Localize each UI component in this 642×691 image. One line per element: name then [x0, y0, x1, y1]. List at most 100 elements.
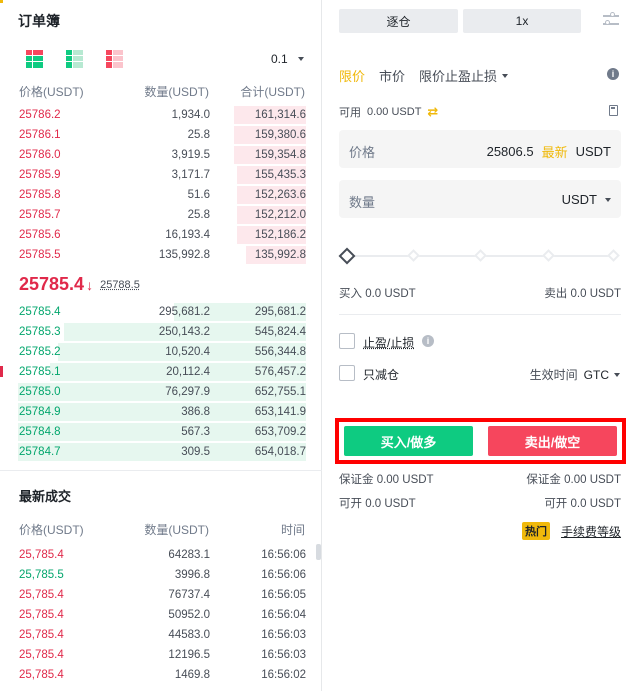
bid-row[interactable]: 25785.2 10,520.4 556,344.8: [0, 342, 322, 362]
price-cell: 25785.3: [19, 326, 61, 338]
tab-limit[interactable]: 限价: [339, 66, 365, 85]
orderbook-view-toggles: [26, 50, 123, 68]
trade-row: 25,785.4 64283.1 16:56:06: [0, 545, 322, 565]
margin-mode-button[interactable]: 逐仓: [339, 9, 458, 33]
ob-header-total: 合计(USDT): [240, 85, 305, 99]
price-cell: 25,785.4: [19, 609, 64, 621]
price-cell: 25784.9: [19, 406, 61, 418]
hot-badge: 热门: [522, 522, 550, 540]
buy-amount: 买入 0.0 USDT: [339, 288, 416, 300]
leverage-button[interactable]: 1x: [463, 9, 581, 33]
fee-tier-link[interactable]: 手续费等级: [561, 523, 621, 540]
bid-row[interactable]: 25784.9 386.8 653,141.9: [0, 402, 322, 422]
ask-row[interactable]: 25785.5 135,992.8 135,992.8: [0, 245, 322, 265]
buy-max-open: 可开 0.0 USDT: [339, 498, 416, 510]
trades-header-price: 价格(USDT): [19, 523, 84, 537]
slider-handle[interactable]: [338, 247, 356, 265]
view-asks-icon[interactable]: [106, 50, 123, 68]
qty-cell: 1469.8: [174, 669, 210, 681]
quantity-unit-select[interactable]: USDT: [562, 192, 611, 207]
tpsl-label[interactable]: 止盈/止损: [363, 334, 414, 351]
price-cell: 25786.2: [19, 109, 61, 121]
total-cell: 545,824.4: [254, 326, 306, 338]
qty-cell: 309.5: [181, 446, 210, 458]
qty-cell: 10,520.4: [165, 346, 210, 358]
ask-row[interactable]: 25786.1 25.8 159,380.6: [0, 125, 322, 145]
slider-mark-75[interactable]: [542, 249, 555, 262]
time-cell: 16:56:02: [261, 669, 306, 681]
reduce-only-checkbox[interactable]: [339, 365, 355, 381]
trade-row: 25,785.5 3996.8 16:56:06: [0, 565, 322, 585]
ask-row[interactable]: 25785.8 51.6 152,263.6: [0, 185, 322, 205]
ob-header-price: 价格(USDT): [19, 85, 84, 99]
price-cell: 25,785.4: [19, 629, 64, 641]
view-both-icon[interactable]: [26, 50, 43, 68]
total-cell: 152,263.6: [254, 189, 306, 201]
divider: [0, 470, 322, 471]
ask-row[interactable]: 25785.6 16,193.4 152,186.2: [0, 225, 322, 245]
price-cell: 25785.9: [19, 169, 61, 181]
slider-mark-25[interactable]: [407, 249, 420, 262]
qty-cell: 51.6: [187, 189, 210, 201]
info-icon[interactable]: i: [607, 68, 619, 80]
trade-row: 25,785.4 76737.4 16:56:05: [0, 585, 322, 605]
mark-price[interactable]: 25788.5: [100, 279, 140, 291]
tab-stop-limit[interactable]: 限价止盈止损: [419, 66, 509, 85]
tab-market[interactable]: 市价: [379, 66, 405, 85]
sell-margin: 保证金 0.00 USDT: [526, 474, 621, 486]
price-cell: 25785.7: [19, 209, 61, 221]
price-cell: 25,785.5: [19, 569, 64, 581]
sell-short-button[interactable]: 卖出/做空: [488, 426, 617, 456]
time-cell: 16:56:05: [261, 589, 306, 601]
total-cell: 152,212.0: [254, 209, 306, 221]
bid-row[interactable]: 25785.4 295,681.2 295,681.2: [0, 302, 322, 322]
qty-cell: 250,143.2: [158, 326, 210, 338]
trades-header-time: 时间: [280, 523, 305, 537]
bid-row[interactable]: 25784.7 309.5 654,018.7: [0, 442, 322, 462]
slider-mark-100[interactable]: [607, 249, 620, 262]
info-icon[interactable]: i: [422, 335, 434, 347]
quantity-field[interactable]: 数量 USDT: [339, 180, 621, 218]
ob-header-qty: 数量(USDT): [144, 85, 209, 99]
bid-row[interactable]: 25785.0 76,297.9 652,755.1: [0, 382, 322, 402]
price-input[interactable]: 25806.5: [487, 144, 534, 159]
time-in-force: 生效时间 GTC: [530, 366, 620, 383]
price-cell: 25,785.4: [19, 549, 64, 561]
calculator-icon[interactable]: [609, 105, 618, 116]
total-cell: 653,709.2: [254, 426, 306, 438]
precision-select[interactable]: 0.1: [271, 52, 304, 66]
price-field[interactable]: 价格 25806.5 最新 USDT: [339, 130, 621, 168]
bid-row[interactable]: 25785.1 20,112.4 576,457.2: [0, 362, 322, 382]
arrow-down-icon: ↓: [86, 276, 94, 293]
slider-mark-50[interactable]: [474, 249, 487, 262]
price-unit: USDT: [575, 144, 611, 159]
qty-cell: 25.8: [187, 129, 210, 141]
price-cell: 25,785.4: [19, 589, 64, 601]
ask-row[interactable]: 25785.9 3,171.7 155,435.3: [0, 165, 322, 185]
ask-row[interactable]: 25786.2 1,934.0 161,314.6: [0, 105, 322, 125]
total-cell: 654,018.7: [254, 446, 306, 458]
amount-slider[interactable]: [338, 247, 620, 265]
buy-margin: 保证金 0.00 USDT: [339, 474, 434, 486]
transfer-icon[interactable]: ⇄: [427, 104, 438, 120]
qty-cell: 3996.8: [174, 569, 210, 581]
price-cell: 25785.2: [19, 346, 61, 358]
qty-cell: 295,681.2: [158, 306, 210, 318]
tpsl-checkbox[interactable]: [339, 333, 355, 349]
tif-select[interactable]: GTC: [584, 368, 620, 382]
trades-title: 最新成交: [19, 489, 72, 504]
qty-cell: 386.8: [181, 406, 210, 418]
ask-row[interactable]: 25786.0 3,919.5 159,354.8: [0, 145, 322, 165]
price-label: 价格: [349, 145, 376, 160]
settings-sliders-icon[interactable]: [603, 12, 619, 28]
qty-cell: 76,297.9: [165, 386, 210, 398]
buy-long-button[interactable]: 买入/做多: [344, 426, 473, 456]
latest-price-button[interactable]: 最新: [542, 142, 568, 161]
bid-row[interactable]: 25785.3 250,143.2 545,824.4: [0, 322, 322, 342]
view-bids-icon[interactable]: [66, 50, 83, 68]
bid-row[interactable]: 25784.8 567.3 653,709.2: [0, 422, 322, 442]
reduce-only-label[interactable]: 只减仓: [363, 366, 399, 383]
ask-row[interactable]: 25785.7 25.8 152,212.0: [0, 205, 322, 225]
scrollbar[interactable]: [316, 544, 321, 560]
trade-row: 25,785.4 12196.5 16:56:03: [0, 645, 322, 665]
